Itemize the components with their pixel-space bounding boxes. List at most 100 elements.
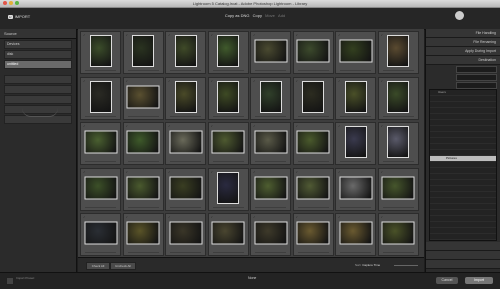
source-row-selected[interactable]: untitled <box>4 60 72 69</box>
thumbnail-cell[interactable]: ✓ <box>165 213 206 256</box>
thumbnail-cell[interactable]: ✓ <box>80 76 121 120</box>
thumbnail-cell[interactable]: ✓ <box>207 167 249 211</box>
option-add[interactable]: Add <box>278 13 285 18</box>
thumbnail-checkbox[interactable]: ✓ <box>338 215 341 219</box>
collapsed-section[interactable] <box>426 251 500 260</box>
collapse-icon[interactable] <box>6 277 14 285</box>
thumbnail-size-slider[interactable] <box>394 265 418 266</box>
thumbnail-checkbox[interactable]: ✓ <box>211 170 214 174</box>
thumbnail-checkbox[interactable]: ✓ <box>126 79 129 83</box>
thumbnail-checkbox[interactable]: ✓ <box>253 170 256 174</box>
thumbnail-cell[interactable]: ✓ <box>165 167 206 211</box>
thumbnail-checkbox[interactable]: ✓ <box>381 170 384 174</box>
import-button[interactable]: Import <box>465 277 493 284</box>
thumbnail-cell[interactable]: ✓ <box>292 122 334 165</box>
thumbnail-checkbox[interactable]: ✓ <box>338 124 341 128</box>
thumbnail-cell[interactable]: ✓ <box>250 122 291 165</box>
thumbnail-checkbox[interactable]: ✓ <box>83 79 86 83</box>
thumbnail-checkbox[interactable]: ✓ <box>126 124 129 128</box>
thumbnail-cell[interactable]: ✓ <box>335 31 376 74</box>
destination-field[interactable] <box>456 74 497 81</box>
section-file-handling[interactable]: File Handling <box>426 29 500 38</box>
thumbnail-checkbox[interactable]: ✓ <box>168 124 171 128</box>
thumbnail-checkbox[interactable]: ✓ <box>381 33 384 37</box>
import-preset-value[interactable]: None <box>248 276 256 280</box>
thumbnail-checkbox[interactable]: ✓ <box>168 170 171 174</box>
thumbnail-checkbox[interactable]: ✓ <box>83 170 86 174</box>
thumbnail-checkbox[interactable]: ✓ <box>253 124 256 128</box>
thumbnail-checkbox[interactable]: ✓ <box>338 170 341 174</box>
thumbnail-checkbox[interactable]: ✓ <box>83 33 86 37</box>
destination-field[interactable] <box>456 66 497 73</box>
thumbnail-cell[interactable]: ✓ <box>250 213 291 256</box>
collapsed-section[interactable] <box>426 242 500 251</box>
thumbnail-checkbox[interactable]: ✓ <box>296 33 299 37</box>
thumbnail-checkbox[interactable]: ✓ <box>211 215 214 219</box>
section-apply-during-import[interactable]: Apply During Import <box>426 47 500 56</box>
thumbnail-checkbox[interactable]: ✓ <box>296 79 299 83</box>
thumbnail-cell[interactable]: ✓ <box>207 31 249 74</box>
thumbnail-cell[interactable]: ✓ <box>292 76 334 120</box>
thumbnail-checkbox[interactable]: ✓ <box>381 79 384 83</box>
source-row-devices[interactable]: Devices <box>4 40 72 49</box>
thumbnail-cell[interactable]: ✓ <box>165 122 206 165</box>
check-all-button[interactable]: Check All <box>86 262 110 270</box>
thumbnail-cell[interactable]: ✓ <box>80 122 121 165</box>
sort-value[interactable]: Capture Time <box>362 263 380 267</box>
destination-folder-tree[interactable]: Users Pictures <box>429 89 497 241</box>
collapsed-section[interactable] <box>426 260 500 269</box>
thumbnail-cell[interactable]: ✓ <box>122 31 164 74</box>
thumbnail-cell[interactable]: ✓ <box>80 213 121 256</box>
thumbnail-cell[interactable]: ✓ <box>335 76 376 120</box>
thumbnail-cell[interactable]: ✓ <box>207 213 249 256</box>
option-copy-as-dng[interactable]: Copy as DNG <box>225 13 250 18</box>
thumbnail-cell[interactable]: ✓ <box>165 76 206 120</box>
thumbnail-checkbox[interactable]: ✓ <box>211 124 214 128</box>
thumbnail-checkbox[interactable]: ✓ <box>253 215 256 219</box>
thumbnail-cell[interactable]: ✓ <box>122 167 164 211</box>
thumbnail-cell[interactable]: ✓ <box>292 31 334 74</box>
thumbnail-cell[interactable]: ✓ <box>165 31 206 74</box>
thumbnail-cell[interactable]: ✓ <box>377 122 419 165</box>
section-destination[interactable]: Destination <box>426 56 500 65</box>
thumbnail-checkbox[interactable]: ✓ <box>253 79 256 83</box>
cancel-button[interactable]: Cancel <box>436 277 458 284</box>
thumbnail-checkbox[interactable]: ✓ <box>296 215 299 219</box>
thumbnail-checkbox[interactable]: ✓ <box>168 215 171 219</box>
thumbnail-cell[interactable]: ✓ <box>377 167 419 211</box>
thumbnail-cell[interactable]: ✓ <box>250 31 291 74</box>
thumbnail-grid[interactable]: ✓ ✓ ✓ ✓ ✓ ✓ ✓ ✓ ✓ ✓ ✓ ✓ ✓ ✓ ✓ ✓ ✓ ✓ ✓ ✓ ✓ ✓ ✓ ✓ ✓ ✓ ✓ ✓ ✓ ✓ ✓ ✓ ✓ ✓ ✓ ✓ ✓ ✓ ✓ ✓ <box>78 29 424 257</box>
thumbnail-checkbox[interactable]: ✓ <box>296 124 299 128</box>
option-move[interactable]: Move <box>265 13 275 18</box>
thumbnail-checkbox[interactable]: ✓ <box>253 33 256 37</box>
thumbnail-checkbox[interactable]: ✓ <box>296 170 299 174</box>
source-row-disk[interactable]: disk <box>4 50 72 59</box>
thumbnail-cell[interactable]: ✓ <box>377 213 419 256</box>
thumbnail-checkbox[interactable]: ✓ <box>126 170 129 174</box>
thumbnail-cell[interactable]: ✓ <box>80 31 121 74</box>
destination-field[interactable] <box>456 82 497 89</box>
uncheck-all-button[interactable]: Uncheck All <box>110 262 136 270</box>
thumbnail-checkbox[interactable]: ✓ <box>126 215 129 219</box>
destination-disk-icon[interactable] <box>455 11 464 20</box>
source-sub-row[interactable] <box>4 95 72 104</box>
thumbnail-checkbox[interactable]: ✓ <box>211 79 214 83</box>
thumbnail-checkbox[interactable]: ✓ <box>168 79 171 83</box>
thumbnail-cell[interactable]: ✓ <box>122 213 164 256</box>
thumbnail-checkbox[interactable]: ✓ <box>338 33 341 37</box>
thumbnail-checkbox[interactable]: ✓ <box>83 124 86 128</box>
sort-control[interactable]: Sort: Capture Time <box>355 263 380 267</box>
folder-row[interactable] <box>430 240 496 241</box>
thumbnail-checkbox[interactable]: ✓ <box>211 33 214 37</box>
thumbnail-cell[interactable]: ✓ <box>335 167 376 211</box>
thumbnail-cell[interactable]: ✓ <box>80 167 121 211</box>
thumbnail-cell[interactable]: ✓ <box>250 167 291 211</box>
thumbnail-checkbox[interactable]: ✓ <box>338 79 341 83</box>
thumbnail-checkbox[interactable]: ✓ <box>168 33 171 37</box>
thumbnail-cell[interactable]: ✓ <box>335 122 376 165</box>
source-sub-row[interactable] <box>4 75 72 84</box>
thumbnail-cell[interactable]: ✓ <box>122 122 164 165</box>
thumbnail-cell[interactable]: ✓ <box>250 76 291 120</box>
thumbnail-cell[interactable]: ✓ <box>207 122 249 165</box>
thumbnail-cell[interactable]: ✓ <box>122 76 164 120</box>
